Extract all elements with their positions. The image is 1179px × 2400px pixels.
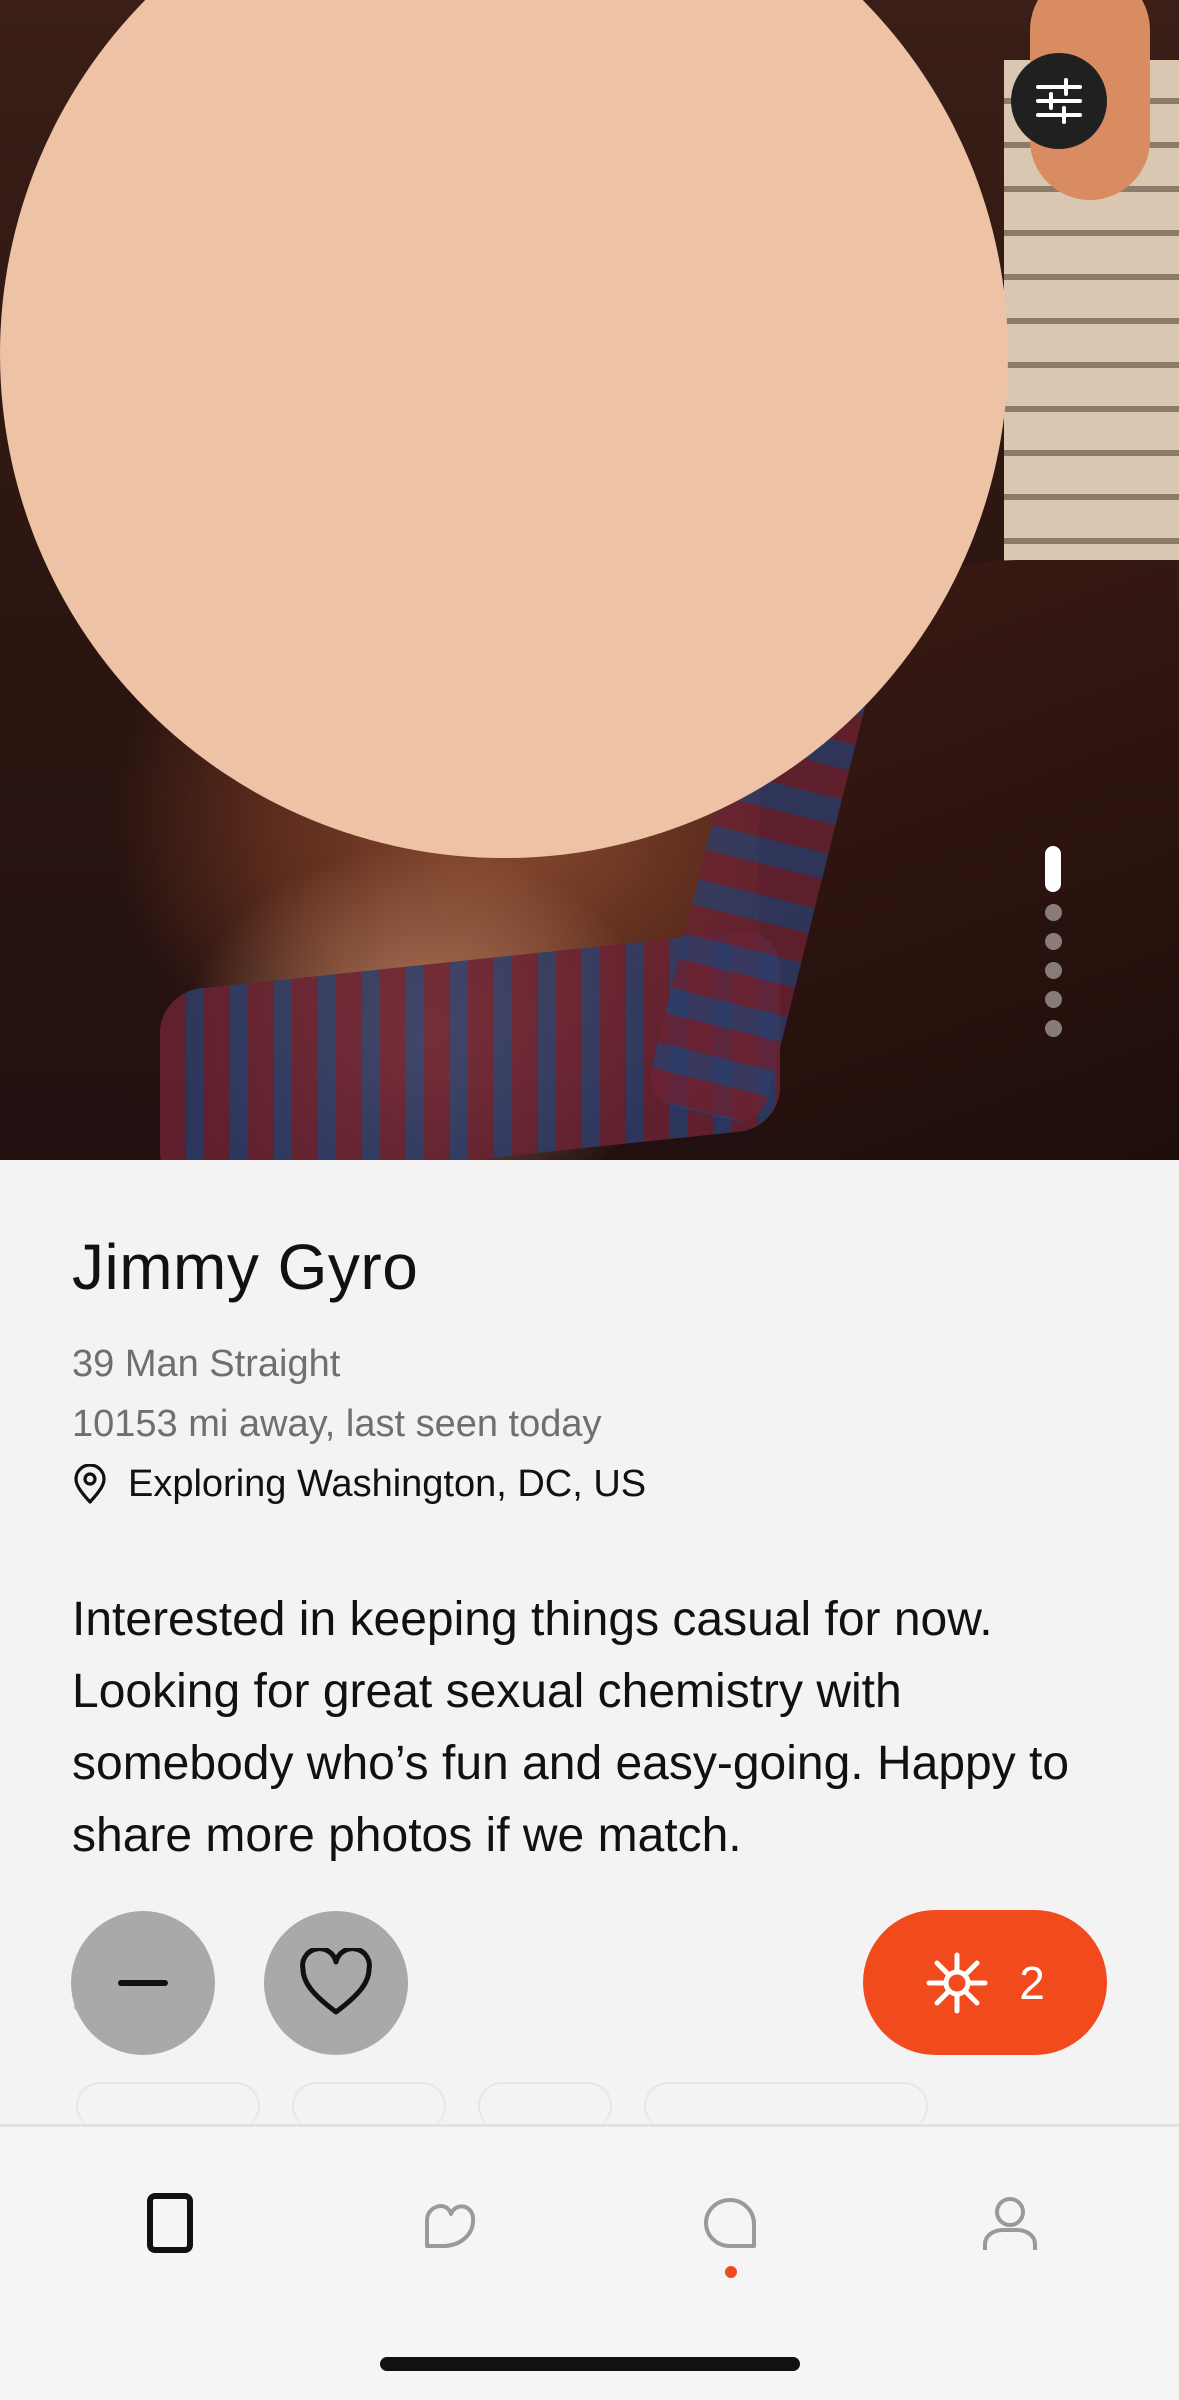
chip [292,2082,446,2130]
photo-indicator [1044,933,1062,950]
location-pin-icon [74,1464,106,1504]
tab-discover[interactable] [130,2183,210,2263]
photo-indicator [1044,991,1062,1008]
like-button[interactable] [264,1911,408,2055]
photo-indicator [1044,904,1062,921]
profile-bio: Interested in keeping things casual for … [72,1593,1070,1862]
chat-bubble-icon [704,2198,756,2248]
pass-button[interactable] [71,1911,215,2055]
photo-indicator [1044,962,1062,979]
spark-count: 2 [1019,1956,1045,2009]
profile-location: Exploring Washington, DC, US [72,1454,1112,1514]
chats-notification-dot [725,2266,737,2278]
profile-info: Jimmy Gyro 39 Man Straight 10153 mi away… [72,1230,1112,1514]
home-indicator[interactable] [380,2357,800,2371]
blob-heart-icon [425,2204,476,2248]
profile-name: Jimmy Gyro [72,1231,419,1303]
chip [644,2082,928,2130]
filter-button[interactable] [1011,53,1107,149]
sliders-icon [1036,78,1082,124]
tab-profile[interactable] [970,2183,1050,2263]
spark-button[interactable]: 2 [863,1910,1107,2055]
profile-distance: 10153 mi away, last seen today [72,1403,602,1445]
chip [478,2082,612,2130]
chip [76,2082,260,2130]
profile-location-text: Exploring Washington, DC, US [128,1463,647,1505]
person-icon [983,2197,1037,2250]
photo-indicator-active [1045,846,1061,892]
heart-icon [300,1948,372,2015]
profile-photo[interactable] [0,0,1179,1160]
faded-chips [76,2082,928,2130]
photo-pagination [1044,846,1062,1037]
profile-details: 39 Man Straight [72,1343,341,1385]
tab-chats[interactable] [690,2183,770,2263]
card-icon [147,2193,193,2253]
minus-icon [118,1980,168,1986]
tab-likes[interactable] [410,2183,490,2263]
photo-indicator [1044,1020,1062,1037]
spark-icon [926,1952,988,2013]
